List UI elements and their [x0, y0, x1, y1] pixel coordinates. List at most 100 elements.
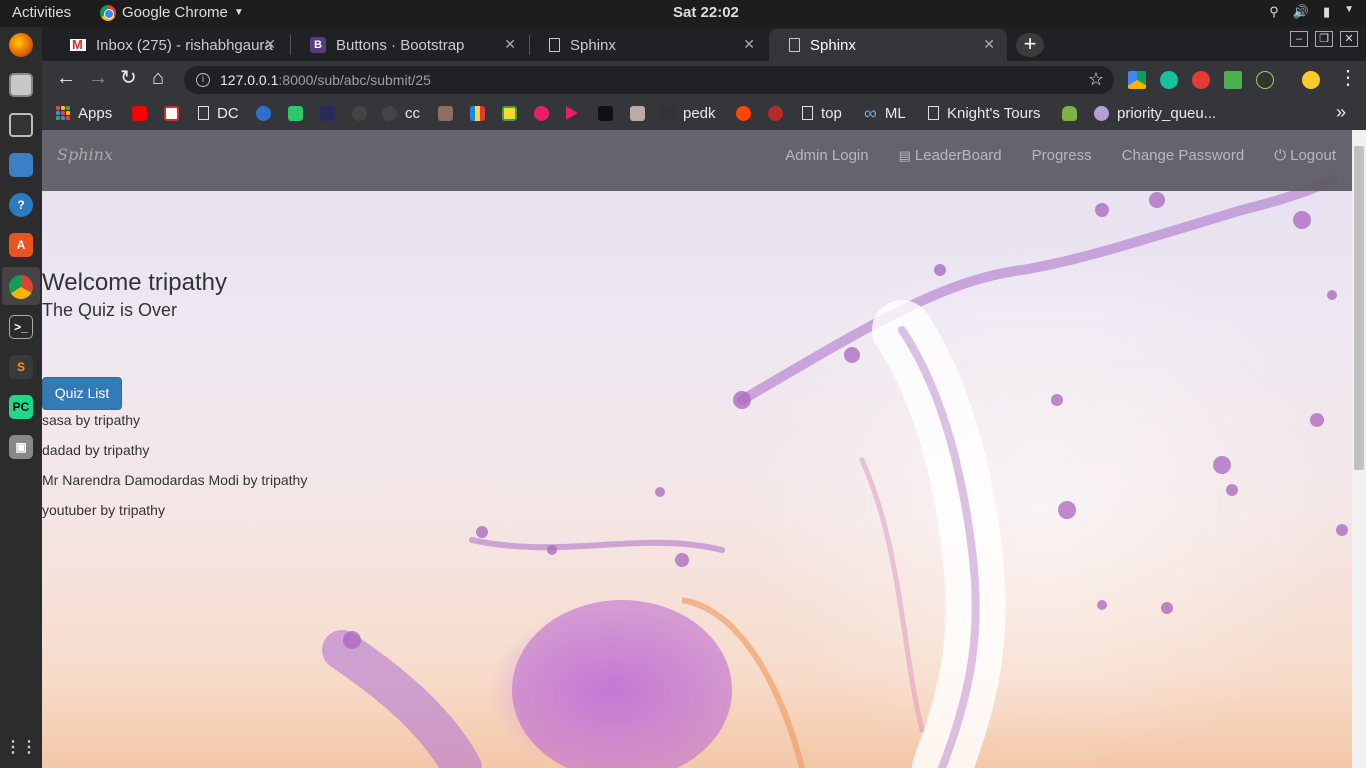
profile-avatar[interactable]	[1302, 71, 1320, 89]
scrollbar-thumb[interactable]	[1354, 146, 1364, 470]
more-bookmarks-icon[interactable]: »	[1336, 102, 1346, 123]
sublime-text-icon[interactable]: S	[9, 355, 33, 379]
hackerrank-icon[interactable]	[288, 106, 303, 121]
list-item[interactable]: dadad by tripathy	[42, 440, 307, 470]
bookmark-label: Apps	[78, 104, 113, 122]
bookmark-icon[interactable]	[630, 106, 645, 121]
bookmark-label: top	[821, 104, 842, 122]
document-icon[interactable]	[9, 153, 33, 177]
bookmark-ml[interactable]: ∞ ML	[864, 103, 906, 123]
back-icon[interactable]: ←	[56, 68, 76, 88]
bookmark-label: DC	[217, 104, 239, 122]
bookmark-knights-tours[interactable]: Knight's Tours	[928, 103, 1040, 123]
codeforces-icon[interactable]	[470, 106, 485, 121]
help-icon[interactable]: ?	[9, 193, 33, 217]
bookmark-top[interactable]: top	[802, 103, 842, 123]
extension-icon[interactable]	[1256, 71, 1274, 89]
nav-logout[interactable]: ⏻ Logout	[1274, 147, 1336, 164]
restore-button[interactable]: ❐	[1315, 31, 1333, 47]
github-icon[interactable]	[352, 106, 367, 121]
clock[interactable]: Sat 22:02	[673, 4, 739, 21]
activities-button[interactable]: Activities	[12, 4, 71, 21]
chevron-down-icon: ▼	[233, 7, 244, 18]
battery-icon: ▮	[1322, 4, 1331, 19]
nav-admin-login[interactable]: Admin Login	[785, 147, 868, 164]
tab-strip: Inbox (275) - rishabhgaura ✕ B Buttons ·…	[42, 27, 1366, 61]
welcome-heading: Welcome tripathy	[42, 269, 227, 296]
site-navbar: Sphinx Admin Login ▤ LeaderBoard Progres…	[42, 130, 1352, 191]
bookmark-pedk[interactable]: pedk	[660, 103, 716, 123]
system-tray[interactable]: ⚲ 🔊 ▮ ▼	[1269, 4, 1354, 20]
address-bar[interactable]: i 127.0.0.1:8000/sub/abc/submit/25 ☆	[184, 66, 1114, 94]
close-icon[interactable]: ✕	[743, 36, 755, 53]
grammarly-icon[interactable]	[1160, 71, 1178, 89]
site-brand[interactable]: Sphinx	[57, 145, 113, 164]
home-icon[interactable]: ⌂	[152, 68, 164, 88]
quiz-list-button[interactable]: Quiz List	[42, 377, 122, 410]
tab-title: Sphinx	[570, 36, 616, 54]
stackshare-icon[interactable]	[256, 106, 271, 121]
bookmark-dc[interactable]: DC	[198, 103, 239, 123]
show-apps-icon[interactable]: ⋮⋮	[5, 735, 37, 759]
list-item[interactable]: youtuber by tripathy	[42, 500, 307, 530]
bookmark-label: priority_queu...	[1117, 104, 1217, 122]
list-item[interactable]: Mr Narendra Damodardas Modi by tripathy	[42, 470, 307, 500]
site-icon	[1094, 105, 1109, 121]
terminal-icon[interactable]: >_	[9, 315, 33, 339]
chrome-icon[interactable]	[9, 275, 33, 299]
chevron-down-icon: ▼	[1344, 4, 1354, 15]
firefox-icon[interactable]	[9, 33, 33, 57]
codechef-icon[interactable]	[438, 106, 453, 121]
menu-icon[interactable]: ⋮	[1338, 68, 1358, 88]
quora-icon[interactable]	[768, 106, 783, 121]
bookmark-apps[interactable]: Apps	[56, 103, 112, 123]
app-menu[interactable]: Google Chrome ▼	[100, 4, 244, 21]
tab-bootstrap[interactable]: B Buttons · Bootstrap ✕	[290, 29, 528, 61]
list-item[interactable]: sasa by tripathy	[42, 410, 307, 440]
files-icon[interactable]	[9, 73, 33, 97]
bookmark-cc[interactable]: cc	[382, 103, 420, 123]
nav-change-password[interactable]: Change Password	[1122, 147, 1245, 164]
chrome-icon	[100, 4, 116, 21]
main-content: Welcome tripathy The Quiz is Over	[42, 268, 227, 321]
tab-title: Inbox (275) - rishabhgaura	[96, 36, 273, 54]
window-close-button[interactable]: ✕	[1340, 31, 1358, 47]
tab-title: Buttons · Bootstrap	[336, 36, 465, 54]
info-icon[interactable]: i	[196, 73, 210, 87]
disk-icon[interactable]	[9, 113, 33, 137]
download-icon[interactable]	[1224, 71, 1242, 89]
camera-icon[interactable]: ▣	[9, 435, 33, 459]
gmail-icon[interactable]	[164, 106, 179, 121]
reddit-icon[interactable]	[736, 106, 751, 121]
image-icon[interactable]	[502, 106, 517, 121]
bookmark-star-icon[interactable]: ☆	[1088, 69, 1104, 90]
close-icon[interactable]: ✕	[983, 36, 995, 53]
nav-leaderboard[interactable]: ▤ LeaderBoard	[899, 147, 1002, 164]
play-icon[interactable]	[566, 106, 578, 120]
minimize-button[interactable]: –	[1290, 31, 1308, 47]
sf-icon[interactable]	[598, 106, 613, 121]
close-icon[interactable]: ✕	[264, 36, 276, 53]
adblock-icon[interactable]	[1192, 71, 1210, 89]
new-tab-button[interactable]: +	[1016, 33, 1044, 57]
pycharm-icon[interactable]: PC	[9, 395, 33, 419]
page-scrollbar[interactable]	[1352, 130, 1366, 768]
youtube-icon[interactable]	[132, 106, 147, 121]
close-icon[interactable]: ✕	[504, 36, 516, 53]
bookmark-priority-queue[interactable]: priority_queu...	[1094, 103, 1216, 123]
android-icon[interactable]	[1062, 106, 1077, 121]
bookmark-label: pedk	[683, 104, 716, 122]
video-icon[interactable]	[534, 106, 549, 121]
forward-icon[interactable]: →	[88, 68, 108, 88]
software-center-icon[interactable]: A	[9, 233, 33, 257]
url: 127.0.0.1:8000/sub/abc/submit/25	[220, 72, 431, 88]
nav-progress[interactable]: Progress	[1032, 147, 1092, 164]
reload-icon[interactable]: ↻	[120, 68, 137, 88]
tab-sphinx[interactable]: Sphinx ✕	[529, 29, 767, 61]
site-icon	[660, 105, 675, 121]
tab-gmail[interactable]: Inbox (275) - rishabhgaura ✕	[50, 29, 288, 61]
gmail-icon	[70, 37, 86, 52]
drive-icon[interactable]	[1128, 71, 1146, 89]
tab-sphinx-active[interactable]: Sphinx ✕	[769, 29, 1007, 61]
hackerearth-icon[interactable]	[320, 106, 335, 121]
